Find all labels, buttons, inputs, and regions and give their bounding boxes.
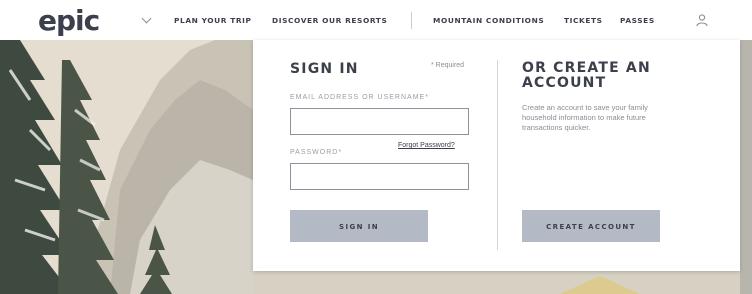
sign-in-button[interactable]: SIGN IN — [290, 210, 428, 242]
nav-mountain-conditions[interactable]: MOUNTAIN CONDITIONS — [433, 16, 544, 26]
top-nav: epic PLAN YOUR TRIP DISCOVER OUR RESORTS… — [0, 0, 752, 40]
create-account-description: Create an account to save your family ho… — [522, 103, 648, 132]
create-account-button[interactable]: CREATE ACCOUNT — [522, 210, 660, 242]
create-account-heading: OR CREATE AN ACCOUNT — [522, 60, 651, 91]
epic-logo[interactable]: epic — [38, 6, 100, 36]
nav-plan-your-trip[interactable]: PLAN YOUR TRIP — [174, 16, 252, 26]
sign-in-heading: SIGN IN — [290, 61, 359, 77]
nav-separator — [411, 12, 412, 29]
required-note: * Required — [431, 62, 465, 69]
password-label: PASSWORD* — [290, 149, 343, 156]
email-label: EMAIL ADDRESS OR USERNAME* — [290, 94, 429, 101]
chevron-down-icon[interactable] — [141, 13, 152, 24]
email-field[interactable] — [290, 108, 469, 135]
nav-passes[interactable]: PASSES — [620, 16, 655, 26]
nav-tickets[interactable]: TICKETS — [564, 16, 603, 26]
password-field[interactable] — [290, 163, 469, 190]
panel-divider — [497, 60, 498, 250]
user-icon[interactable] — [695, 13, 709, 27]
nav-discover-our-resorts[interactable]: DISCOVER OUR RESORTS — [272, 16, 387, 26]
forgot-password-link[interactable]: Forgot Password? — [398, 142, 455, 149]
dropdown-notch — [694, 33, 708, 40]
